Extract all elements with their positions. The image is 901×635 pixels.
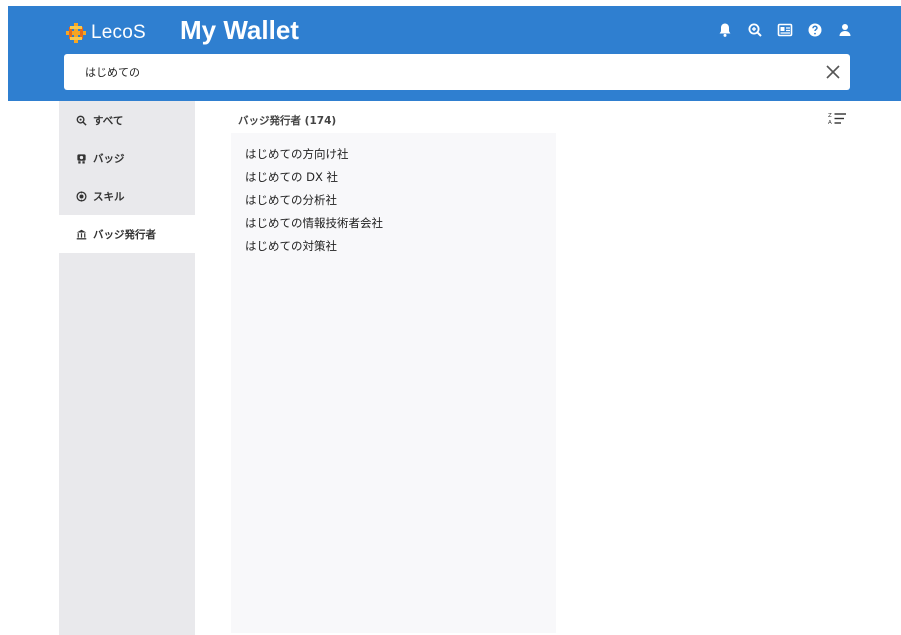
svg-text:A: A (828, 120, 832, 126)
sidebar-item-label: スキル (93, 190, 125, 203)
close-icon[interactable] (824, 63, 842, 81)
search-input[interactable] (64, 54, 804, 90)
sidebar-item-label: すべて (93, 114, 124, 127)
skill-icon (76, 190, 87, 202)
list-item[interactable]: はじめての対策社 (231, 235, 556, 258)
sort-list-icon[interactable]: Z A (828, 111, 848, 127)
main-content: バッジ発行者 (174) Z A はじめての方向け社 はじめての DX 社 はじ… (195, 101, 901, 635)
results-panel: はじめての方向け社 はじめての DX 社 はじめての分析社 はじめての情報技術者… (231, 133, 556, 633)
app-frame: LecoS My Wallet はじめての すべて バッジ スキル バッジ発行者… (8, 6, 901, 635)
sidebar-item-label: バッジ発行者 (93, 228, 156, 241)
logo[interactable]: LecoS (65, 18, 146, 48)
lecos-logo-icon (66, 23, 86, 43)
search-icon (76, 115, 87, 126)
user-icon[interactable] (837, 22, 853, 38)
sidebar-item-all[interactable]: すべて (59, 101, 195, 139)
search-zoom-icon[interactable] (747, 22, 763, 38)
list-item[interactable]: はじめての分析社 (231, 189, 556, 212)
bell-icon[interactable] (717, 22, 733, 38)
sidebar: すべて バッジ スキル バッジ発行者 (59, 101, 195, 635)
header-icon-bar (717, 22, 853, 38)
list-item[interactable]: はじめての DX 社 (231, 166, 556, 189)
svg-text:Z: Z (828, 113, 832, 119)
list-item[interactable]: はじめての情報技術者会社 (231, 212, 556, 235)
results-title: バッジ発行者 (174) (238, 115, 337, 127)
sidebar-item-label: バッジ (93, 152, 125, 165)
search-bar (64, 54, 850, 90)
sidebar-item-badge-issuer[interactable]: バッジ発行者 (59, 215, 195, 253)
id-card-icon[interactable] (777, 22, 793, 38)
sidebar-item-skill[interactable]: スキル (59, 177, 195, 215)
results-list: はじめての方向け社 はじめての DX 社 はじめての分析社 はじめての情報技術者… (231, 133, 556, 258)
app-header: LecoS My Wallet (8, 6, 901, 101)
sidebar-item-badge[interactable]: バッジ (59, 139, 195, 177)
badge-icon (77, 153, 86, 164)
bank-icon (76, 229, 87, 239)
logo-text: LecoS (91, 22, 146, 43)
help-icon[interactable] (807, 22, 823, 38)
page-title: My Wallet (180, 15, 299, 45)
list-item[interactable]: はじめての方向け社 (231, 143, 556, 166)
